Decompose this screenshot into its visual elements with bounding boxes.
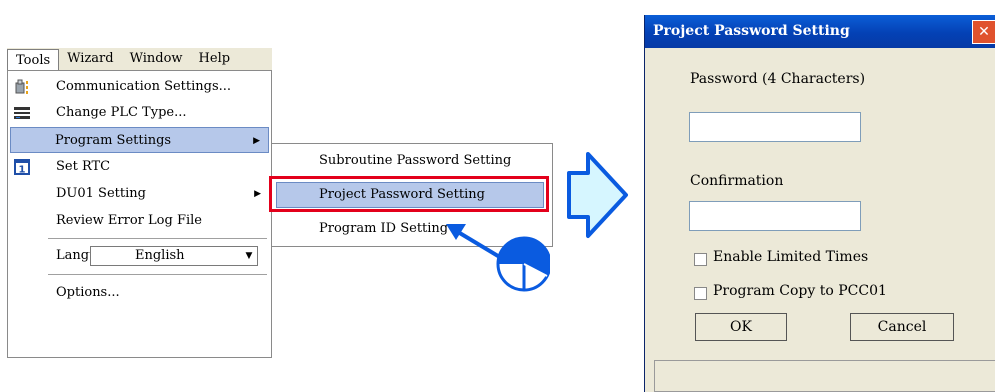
menu-item-label: Review Error Log File [56, 213, 202, 228]
menu-separator [48, 274, 267, 275]
dialog-statusbar [654, 360, 995, 392]
program-copy-label: Program Copy to PCC01 [713, 283, 887, 299]
menu-item-label: Program Settings [55, 133, 172, 148]
cancel-button[interactable]: Cancel [850, 313, 954, 341]
menu-item-label: Change PLC Type... [56, 105, 187, 120]
project-password-dialog: Project Password Setting ✕ Password (4 C… [644, 15, 995, 392]
menu-item-options[interactable]: Options... [10, 280, 269, 306]
submenu-item-subroutine-password[interactable]: Subroutine Password Setting [275, 147, 549, 175]
menu-item-set-rtc[interactable]: 1 Set RTC [10, 154, 269, 180]
menu-window[interactable]: Window [122, 48, 191, 70]
menu-item-review-error-log[interactable]: Review Error Log File [10, 208, 269, 234]
dialog-titlebar[interactable]: Project Password Setting ✕ [645, 15, 995, 48]
confirmation-field[interactable] [689, 201, 861, 231]
enable-limited-times-label: Enable Limited Times [713, 249, 869, 265]
language-select[interactable]: English ▼ [90, 246, 258, 266]
password-label: Password (4 Characters) [690, 71, 866, 87]
submenu-arrow-icon: ▶ [254, 189, 261, 199]
submenu-arrow-icon: ▶ [253, 136, 260, 146]
menu-tools[interactable]: Tools [7, 48, 60, 71]
next-step-arrow-icon [567, 152, 628, 238]
program-copy-checkbox[interactable] [694, 287, 707, 300]
menu-item-label: Communication Settings... [56, 79, 232, 94]
menu-item-label: DU01 Setting [56, 186, 146, 201]
dialog-title: Project Password Setting [653, 23, 850, 39]
menu-item-du01-setting[interactable]: DU01 Setting ▶ [10, 181, 269, 207]
menu-wizard[interactable]: Wizard [59, 48, 121, 70]
menu-item-label: Set RTC [56, 159, 111, 174]
menu-item-program-settings[interactable]: Program Settings ▶ [10, 127, 269, 153]
menu-item-change-plc-type[interactable]: Change PLC Type... [10, 100, 269, 126]
menu-help[interactable]: Help [191, 48, 239, 70]
ok-button[interactable]: OK [695, 313, 787, 341]
click-annotation-icon [446, 224, 550, 292]
communication-icon [15, 79, 28, 94]
close-icon[interactable]: ✕ [972, 20, 995, 44]
confirmation-label: Confirmation [690, 173, 784, 189]
tools-menu: Communication Settings... Change PLC Typ… [7, 70, 272, 358]
plc-type-icon [14, 107, 30, 119]
svg-text:1: 1 [19, 165, 26, 176]
menu-item-language: Language English ▼ [10, 243, 269, 269]
calendar-icon: 1 [14, 159, 30, 175]
password-field[interactable] [689, 112, 861, 142]
menu-item-label: Options... [56, 285, 120, 300]
submenu-item-label: Subroutine Password Setting [319, 153, 512, 168]
dropdown-arrow-icon[interactable]: ▼ [241, 247, 257, 265]
menu-item-communication-settings[interactable]: Communication Settings... [10, 74, 269, 100]
submenu-item-label: Program ID Setting [319, 221, 449, 236]
menu-separator [48, 238, 267, 239]
menu-bar: Tools Wizard Window Help [7, 48, 272, 71]
enable-limited-times-checkbox[interactable] [694, 253, 707, 266]
language-value: English [135, 248, 185, 263]
